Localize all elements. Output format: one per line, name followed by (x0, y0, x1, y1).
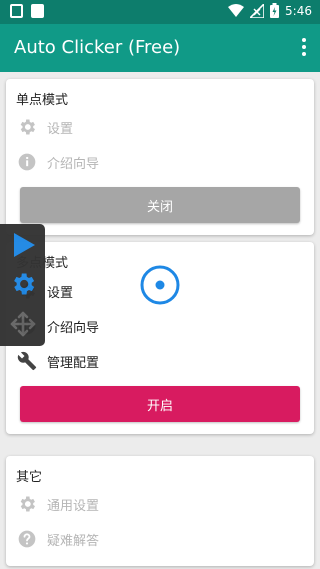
status-time: 5:46 (285, 3, 312, 18)
multi-mode-toggle-button[interactable]: 开启 (20, 386, 300, 422)
notification-icon (10, 4, 23, 18)
gear-icon (16, 493, 38, 515)
single-mode-title: 单点模式 (16, 93, 69, 108)
gear-icon (16, 116, 38, 138)
cellular-icon (250, 3, 265, 18)
multi-mode-manage-label: 管理配置 (47, 355, 100, 371)
multi-mode-settings-label: 设置 (47, 285, 74, 301)
single-mode-settings-item[interactable]: 设置 (16, 115, 73, 139)
floating-toolbar (0, 224, 45, 346)
app-title: Auto Clicker (Free) (14, 37, 181, 58)
general-settings-label: 通用设置 (47, 498, 100, 514)
info-icon (16, 151, 38, 173)
troubleshooting-label: 疑难解答 (47, 533, 100, 549)
move-icon[interactable] (5, 306, 41, 342)
app-bar: Auto Clicker (Free) (0, 24, 320, 72)
other-card: 其它 通用设置 疑难解答 (6, 456, 314, 566)
troubleshooting-item[interactable]: 疑难解答 (16, 527, 99, 551)
other-title: 其它 (16, 470, 43, 485)
wifi-icon (228, 3, 245, 17)
click-target-icon[interactable] (139, 264, 181, 306)
wrench-icon (16, 350, 38, 372)
notification-icon (31, 4, 44, 18)
help-icon (16, 528, 38, 550)
general-settings-item[interactable]: 通用设置 (16, 492, 99, 516)
single-mode-card: 单点模式 设置 介绍向导 关闭 (6, 79, 314, 235)
more-vert-icon[interactable] (301, 38, 307, 58)
single-mode-guide-item[interactable]: 介绍向导 (16, 150, 99, 174)
single-mode-guide-label: 介绍向导 (47, 156, 100, 172)
play-icon[interactable] (5, 227, 41, 263)
battery-icon (270, 3, 280, 18)
multi-mode-guide-label: 介绍向导 (47, 320, 100, 336)
single-mode-toggle-button[interactable]: 关闭 (20, 187, 300, 223)
gear-icon[interactable] (5, 266, 41, 302)
status-bar: 5:46 (0, 0, 320, 24)
multi-mode-manage-item[interactable]: 管理配置 (16, 349, 99, 373)
single-mode-settings-label: 设置 (47, 121, 74, 137)
